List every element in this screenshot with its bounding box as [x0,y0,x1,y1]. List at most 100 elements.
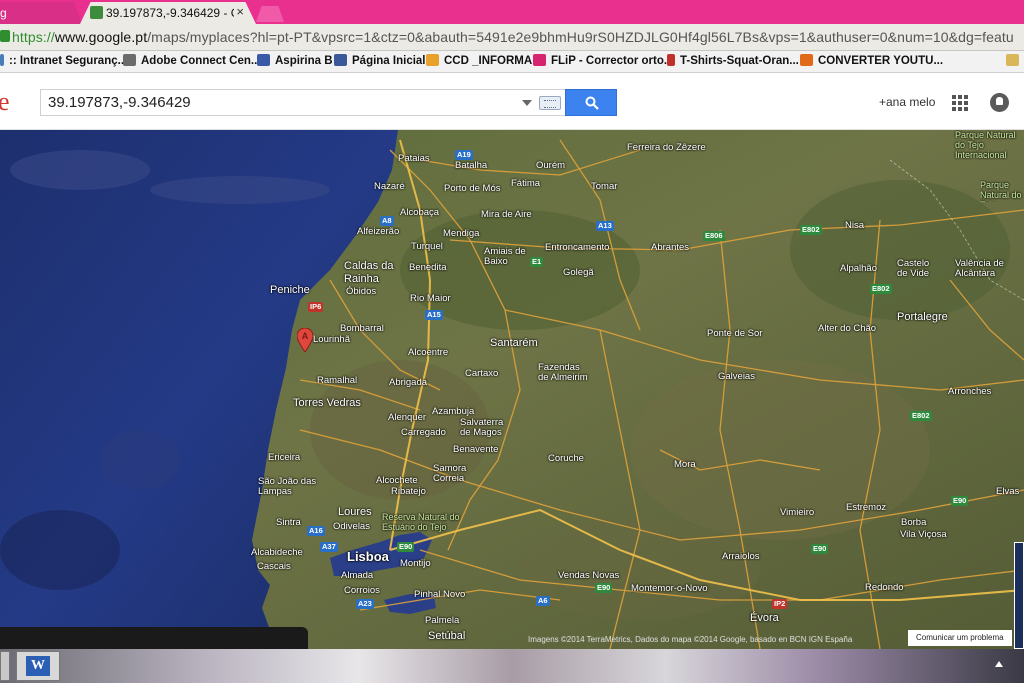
road-shield: A16 [307,526,325,536]
map-place-label: Alcobaça [400,207,440,218]
map-place-label: Lourinhã [313,334,350,345]
bookmark-tshirts[interactable]: T-Shirts-Squat-Oran... [667,54,799,67]
map-park-label: Reserva Natural do Estuário do Tejo [382,512,460,532]
map-place-label: Portalegre [897,311,948,323]
taskbar-word-button[interactable]: W [16,651,60,681]
url-scheme: https:// [12,29,55,45]
map-place-label: Palmela [425,615,460,626]
map-place-label: Arronches [948,386,992,397]
bookmark-label: Adobe Connect Cen... [141,55,261,67]
road-shield: A37 [320,542,338,552]
road-shield: E90 [397,542,415,552]
tab-title: g [0,6,7,20]
map-place-label: Montemor-o-Novo [631,583,708,594]
road-shield: A8 [380,216,394,226]
map-place-label: Benedita [409,262,447,273]
user-link[interactable]: +ana melo [879,95,935,109]
map-place-label: Entroncamento [545,242,610,253]
browser-tab-strip: g 39.197873,-9.346429 - Goo × [0,0,1024,24]
pegman-thumbnail[interactable] [1014,542,1024,649]
bookmark-favicon-icon [533,54,546,66]
map-place-label: Torres Vedras [293,397,361,409]
map-place-label: Caldas da Rainha [344,260,394,285]
map-place-label: Nisa [845,220,865,231]
bookmarks-overflow-folder-icon[interactable] [1006,54,1024,67]
map-marker-pin-icon[interactable]: A [297,328,313,352]
tab-title: 39.197873,-9.346429 - Goo [106,6,234,20]
map-place-label: Pinhal Novo [414,589,466,600]
map-place-label: Montijo [400,558,431,569]
map-place-label: Alter do Chão [818,323,877,334]
map-place-label: Pataias [398,153,430,164]
notifications-bell-icon[interactable] [990,93,1009,112]
road-shield: E802 [870,284,892,294]
map-place-label: Ericeira [268,452,301,463]
map-park-label: Parque Natural do Tejo Internacional [980,180,1022,202]
facebook-icon [334,54,347,66]
close-tab-icon[interactable]: × [236,4,244,19]
show-hidden-icons-arrow-icon[interactable] [995,661,1003,667]
chevron-down-icon[interactable] [522,100,532,106]
road-shield: E806 [703,231,725,241]
browser-tab[interactable]: g [0,2,82,24]
map-place-label: Mira de Aire [481,209,532,220]
bookmark-favicon-icon [667,54,675,66]
apps-grid-icon[interactable] [952,95,968,111]
bookmark-flip[interactable]: FLiP - Corrector orto... [533,54,673,67]
map-place-label: Ramalhal [317,375,358,386]
taskbar-button[interactable] [0,651,10,681]
map-place-label: Loures [338,506,372,518]
google-logo[interactable]: e [0,87,10,117]
search-button[interactable] [565,89,617,116]
maps-header: e 39.197873,-9.346429 +ana melo [0,73,1024,130]
bookmark-label: :: Intranet Seguranç... [9,55,128,67]
map-place-label: Vendas Novas [558,570,620,581]
map-place-label: Redondo [865,582,904,593]
road-shield: E90 [951,496,969,506]
map-place-label: Ribatejo [391,486,426,497]
map-place-label: Santarém [490,337,538,349]
map-place-label: Ponte de Sor [707,328,763,339]
map-place-label: Mora [674,459,696,470]
map-place-label: Óbidos [346,286,377,297]
map-place-label: Lisboa [347,549,389,564]
road-shield: A6 [536,596,550,606]
keyboard-icon[interactable] [539,96,561,110]
satellite-map[interactable]: Ferreira do Zêzere Pataias Batalha Ourém… [0,130,1024,649]
bookmark-label: FLiP - Corrector orto... [551,55,674,67]
report-problem-link[interactable]: Comunicar um problema [908,630,1012,646]
road-shield: IP2 [772,599,788,609]
url-text[interactable]: https://www.google.pt/maps/myplaces?hl=p… [12,29,1014,45]
road-shield: A13 [596,221,614,231]
new-tab-button[interactable] [256,6,284,22]
browser-tab-active[interactable]: 39.197873,-9.346429 - Goo × [80,2,256,24]
map-place-label: Benavente [453,444,499,455]
map-copyright: Imagens ©2014 TerraMetrics, Dados do map… [528,635,853,644]
map-place-label: Elvas [996,486,1020,497]
bookmark-favicon-icon [257,54,270,66]
map-place-label: Fátima [511,178,541,189]
bookmark-intranet[interactable]: :: Intranet Seguranç... [0,54,127,67]
address-bar[interactable]: https://www.google.pt/maps/myplaces?hl=p… [0,24,1024,51]
bookmark-favicon-icon [426,54,439,66]
bookmark-favicon-icon [800,54,813,66]
map-imagery [0,130,1024,649]
road-shield: IP6 [308,302,324,312]
map-place-label: Setúbal [428,630,466,642]
bookmark-ccd-informa[interactable]: CCD _INFORMA [426,54,532,67]
road-shield: E90 [595,583,613,593]
screen: g 39.197873,-9.346429 - Goo × https://ww… [0,0,1024,683]
bookmark-aspirina[interactable]: Aspirina B [257,54,333,67]
map-place-label: Vimieiro [780,507,815,518]
bookmark-converter-youtube[interactable]: CONVERTER YOUTU... [800,54,943,67]
map-place-label: Alfeizerão [357,226,400,237]
bookmark-pagina-inicial[interactable]: Página Inicial [334,54,426,67]
bookmark-adobe-connect[interactable]: Adobe Connect Cen... [123,54,260,67]
map-place-label: Turquel [411,241,443,252]
map-place-label: Alenquer [388,412,427,423]
secure-lock-icon [0,30,10,42]
map-place-label: Fazendas de Almeirim [538,362,588,383]
map-place-label: Peniche [270,284,310,296]
map-place-label: Corroios [344,585,380,596]
search-input[interactable]: 39.197873,-9.346429 [40,89,566,116]
